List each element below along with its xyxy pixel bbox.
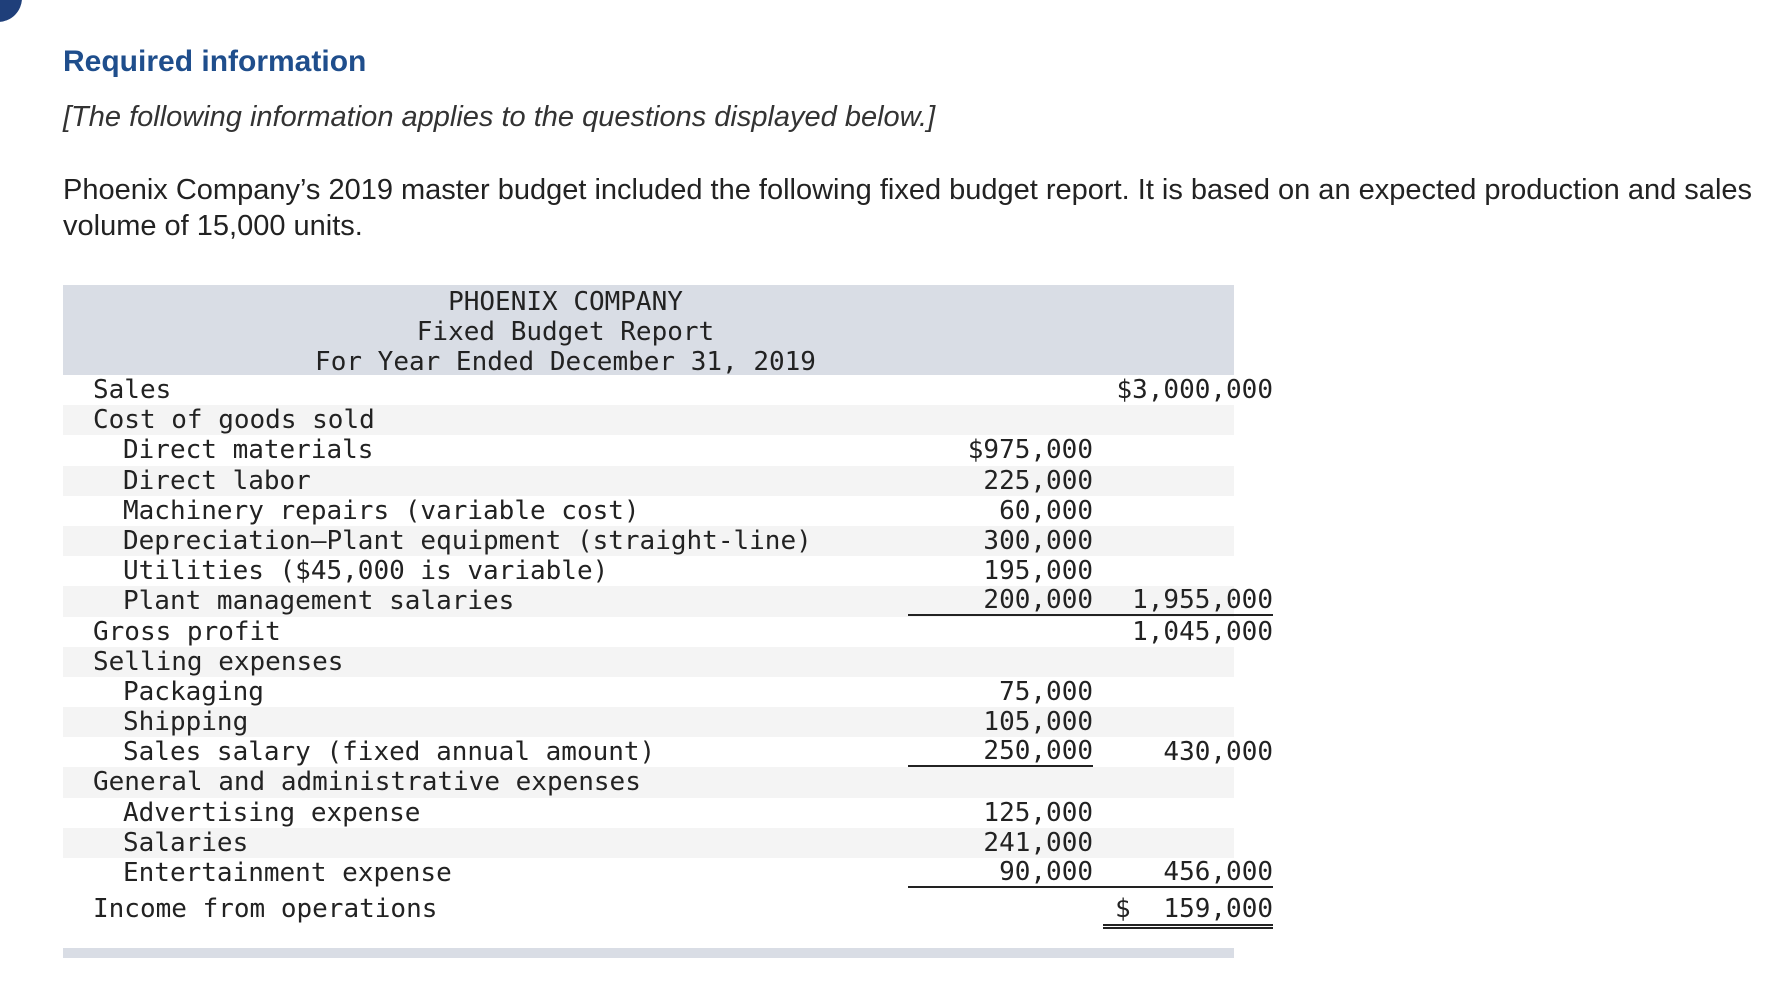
detail-amount: 75,000 xyxy=(999,676,1093,707)
report-period: For Year Ended December 31, 2019 xyxy=(315,347,816,377)
report-row: Cost of goods sold xyxy=(63,405,1234,436)
income-from-operations-row: Income from operations $ 159,000 xyxy=(63,888,1273,936)
detail-amount: 225,000 xyxy=(983,465,1093,496)
report-row: Plant management salaries 200,000 1,955,00… xyxy=(63,586,1273,617)
report-row: Direct materials $975,000 xyxy=(63,435,1234,465)
applies-note: [The following information applies to th… xyxy=(63,101,936,133)
report-name: Fixed Budget Report xyxy=(416,317,715,347)
detail-amount: 200,000 xyxy=(908,586,1093,617)
report-row: Utilities ($45,000 is variable) 195,000 xyxy=(63,556,1234,586)
report-row: Gross profit 1,045,000 xyxy=(63,616,1273,647)
corner-badge xyxy=(0,0,22,22)
row-label: Shipping xyxy=(123,707,249,738)
detail-amount: 125,000 xyxy=(983,797,1093,828)
total-amount: 430,000 xyxy=(1163,737,1273,768)
row-label: Sales xyxy=(93,375,172,405)
report-row: Advertising expense 125,000 xyxy=(63,798,1234,828)
detail-amount: 90,000 xyxy=(908,858,1093,888)
report-row: Sales salary (fixed annual amount) 250,00… xyxy=(63,737,1273,768)
report-row: Salaries 241,000 xyxy=(63,827,1234,858)
row-label: Depreciation–Plant equipment (straight-l… xyxy=(123,525,812,556)
detail-amount: 195,000 xyxy=(983,556,1093,587)
row-label: Gross profit xyxy=(93,616,281,647)
report-row: Direct labor 225,000 xyxy=(63,465,1234,496)
total-amount: 1,045,000 xyxy=(1132,616,1273,647)
row-label: Selling expenses xyxy=(93,646,344,677)
detail-amount: $975,000 xyxy=(967,435,1093,466)
detail-amount: 105,000 xyxy=(983,707,1093,738)
required-information-title: Required information xyxy=(63,45,367,78)
detail-amount: 300,000 xyxy=(983,525,1093,556)
detail-amount: 250,000 xyxy=(908,737,1093,768)
total-amount: 1,955,000 xyxy=(1083,586,1273,617)
report-row: Selling expenses xyxy=(63,646,1234,677)
row-label: Cost of goods sold xyxy=(93,405,375,436)
row-label: General and administrative expenses xyxy=(93,767,641,798)
detail-amount: 241,000 xyxy=(983,827,1093,858)
report-heading: PHOENIX COMPANY Fixed Budget Report For … xyxy=(63,285,1234,377)
report-row: Entertainment expense 90,000 456,000 xyxy=(63,858,1273,888)
row-label: Machinery repairs (variable cost) xyxy=(123,495,640,526)
row-label: Direct materials xyxy=(123,435,374,466)
row-label: Income from operations xyxy=(93,894,438,925)
row-label: Advertising expense xyxy=(123,797,421,828)
row-label: Direct labor xyxy=(123,465,311,496)
income-value: 159,000 xyxy=(1103,894,1273,930)
row-label: Salaries xyxy=(123,827,249,858)
report-company: PHOENIX COMPANY xyxy=(448,287,683,317)
intro-paragraph: Phoenix Company’s 2019 master budget inc… xyxy=(63,174,1753,242)
row-label: Entertainment expense xyxy=(123,858,452,888)
report-row: Shipping 105,000 xyxy=(63,707,1234,738)
row-label: Utilities ($45,000 is variable) xyxy=(123,556,609,587)
row-label: Sales salary (fixed annual amount) xyxy=(123,737,656,768)
report-footer-bar xyxy=(63,948,1234,959)
report-row: Packaging 75,000 xyxy=(63,677,1234,707)
report-row: Depreciation–Plant equipment (straight-l… xyxy=(63,525,1234,557)
row-label: Packaging xyxy=(123,676,264,707)
report-rows: Sales $3,000,000 Cost of goods sold Direct … xyxy=(63,375,1273,888)
total-amount: 456,000 xyxy=(1083,858,1273,888)
report-row: Machinery repairs (variable cost) 60,000 xyxy=(63,496,1234,526)
row-label: Plant management salaries xyxy=(123,586,515,617)
fixed-budget-report: PHOENIX COMPANY Fixed Budget Report For … xyxy=(63,285,1273,959)
report-row: General and administrative expenses xyxy=(63,767,1234,798)
report-row: Sales $3,000,000 xyxy=(63,375,1273,405)
detail-amount: 60,000 xyxy=(999,495,1093,526)
total-amount: $3,000,000 xyxy=(1116,375,1273,405)
